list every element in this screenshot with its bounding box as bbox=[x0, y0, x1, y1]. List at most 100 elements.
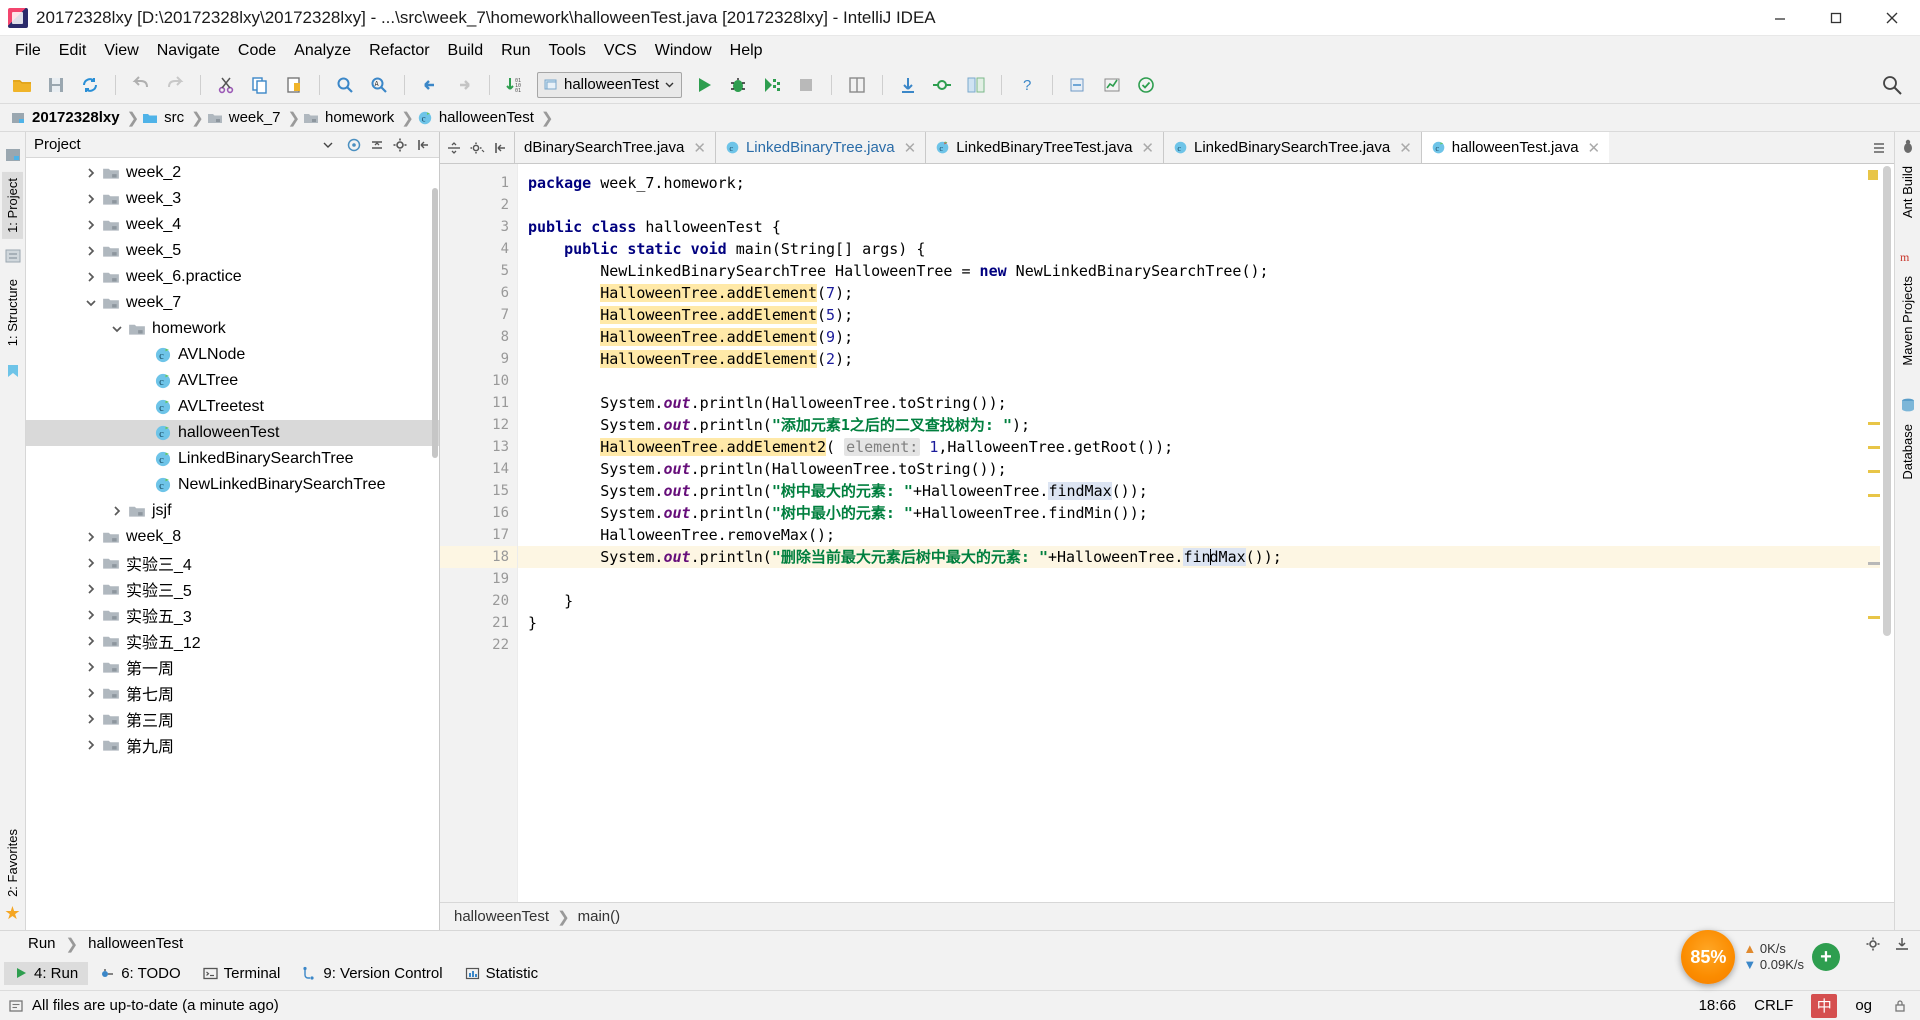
update-project-icon[interactable] bbox=[892, 70, 924, 100]
tree-item-week-5[interactable]: week_5 bbox=[26, 238, 439, 264]
editor-tab-3[interactable]: c LinkedBinarySearchTree.java ✕ bbox=[1163, 132, 1421, 163]
replace-icon[interactable]: A bbox=[363, 70, 395, 100]
tree-item-avltreetest[interactable]: c AVLTreetest bbox=[26, 394, 439, 420]
split-icon[interactable] bbox=[444, 138, 464, 158]
editor-breadcrumb-class[interactable]: halloweenTest bbox=[454, 908, 549, 925]
editor-tab-4[interactable]: c halloweenTest.java ✕ bbox=[1420, 132, 1610, 163]
tool-button-version-control[interactable]: 9: Version Control bbox=[292, 962, 452, 985]
menu-run[interactable]: Run bbox=[492, 40, 539, 62]
code-editor[interactable]: package week_7.homework; public class ha… bbox=[518, 164, 1894, 902]
debug-button[interactable] bbox=[722, 70, 754, 100]
tree-item--5[interactable]: 实验三_5 bbox=[26, 576, 439, 602]
code-line[interactable]: System.out.println("添加元素1之后的二叉查找树为: "); bbox=[518, 414, 1894, 436]
editor-tab-1[interactable]: c LinkedBinaryTree.java ✕ bbox=[714, 132, 926, 163]
sidebar-item-favorites[interactable]: 2: Favorites bbox=[2, 823, 23, 903]
add-widget-button[interactable]: + bbox=[1812, 943, 1840, 971]
tree-item--[interactable]: 第一周 bbox=[26, 654, 439, 680]
run-button[interactable] bbox=[688, 70, 720, 100]
code-line[interactable]: HalloweenTree.addElement2( element: 1,Ha… bbox=[518, 436, 1894, 458]
code-line[interactable] bbox=[518, 634, 1894, 656]
search-everywhere-icon[interactable] bbox=[1876, 70, 1908, 100]
sidebar-item-maven-projects[interactable]: Maven Projects bbox=[1897, 270, 1918, 372]
code-line[interactable]: HalloweenTree.addElement(2); bbox=[518, 348, 1894, 370]
chevron-right-icon[interactable] bbox=[84, 712, 98, 726]
tree-item--4[interactable]: 实验三_4 bbox=[26, 550, 439, 576]
editor-marker-track[interactable] bbox=[1868, 164, 1880, 902]
hide-icon[interactable] bbox=[490, 138, 510, 158]
copy-icon[interactable] bbox=[244, 70, 276, 100]
menu-analyze[interactable]: Analyze bbox=[285, 40, 360, 62]
sidebar-item-project[interactable]: 1: Project bbox=[2, 172, 23, 239]
breadcrumb-src[interactable]: src bbox=[140, 109, 190, 126]
tree-item-week-3[interactable]: week_3 bbox=[26, 186, 439, 212]
tree-item-avltree[interactable]: c AVLTree bbox=[26, 368, 439, 394]
code-line[interactable]: HalloweenTree.addElement(5); bbox=[518, 304, 1894, 326]
code-line[interactable] bbox=[518, 370, 1894, 392]
project-view-icon[interactable] bbox=[4, 146, 22, 164]
editor-tab-2[interactable]: c LinkedBinaryTreeTest.java ✕ bbox=[925, 132, 1163, 163]
menu-tools[interactable]: Tools bbox=[539, 40, 594, 62]
code-line[interactable]: package week_7.homework; bbox=[518, 172, 1894, 194]
tree-item--12[interactable]: 实验五_12 bbox=[26, 628, 439, 654]
code-line[interactable]: NewLinkedBinarySearchTree HalloweenTree … bbox=[518, 260, 1894, 282]
undo-icon[interactable] bbox=[125, 70, 157, 100]
tool-button-terminal[interactable]: Terminal bbox=[193, 962, 291, 985]
editor-gutter[interactable]: 1 2 3 4 5 6 7 8 9 10 11 12 13 14 15 16 17 18 19 20 21 22 bbox=[440, 164, 518, 902]
target-icon[interactable] bbox=[344, 135, 364, 155]
bookmarks-icon[interactable] bbox=[4, 362, 22, 380]
forward-icon[interactable] bbox=[448, 70, 480, 100]
maximize-button[interactable] bbox=[1808, 0, 1864, 35]
close-button[interactable] bbox=[1864, 0, 1920, 35]
run-with-coverage-button[interactable] bbox=[756, 70, 788, 100]
chevron-right-icon[interactable] bbox=[84, 738, 98, 752]
code-line[interactable]: System.out.println("树中最小的元素: "+Halloween… bbox=[518, 502, 1894, 524]
tree-item-week-6-practice[interactable]: week_6.practice bbox=[26, 264, 439, 290]
sidebar-item-ant-build[interactable]: Ant Build bbox=[1897, 160, 1918, 224]
tree-item-week-7[interactable]: week_7 bbox=[26, 290, 439, 316]
breadcrumb-homework[interactable]: homework bbox=[301, 109, 400, 126]
run-configuration-selector[interactable]: halloweenTest bbox=[537, 71, 683, 98]
menu-edit[interactable]: Edit bbox=[50, 40, 96, 62]
save-all-icon[interactable] bbox=[40, 70, 72, 100]
structure-view-icon[interactable] bbox=[4, 247, 22, 265]
tool-button-statistic[interactable]: Statistic bbox=[455, 962, 549, 985]
chevron-down-icon[interactable] bbox=[110, 322, 124, 336]
line-separator[interactable]: CRLF bbox=[1754, 997, 1793, 1014]
compile-icon[interactable]: 01 10 01 bbox=[499, 70, 531, 100]
breadcrumb-module[interactable]: 20172328lxy bbox=[8, 109, 126, 126]
menu-file[interactable]: File bbox=[6, 40, 50, 62]
caret-position[interactable]: 18:66 bbox=[1699, 997, 1737, 1014]
stop-button[interactable] bbox=[790, 70, 822, 100]
chevron-right-icon[interactable] bbox=[84, 634, 98, 648]
code-line[interactable] bbox=[518, 194, 1894, 216]
check-circle-icon[interactable] bbox=[1130, 70, 1162, 100]
chevron-right-icon[interactable] bbox=[84, 270, 98, 284]
tree-item-linkedbinarysearchtree[interactable]: c LinkedBinarySearchTree bbox=[26, 446, 439, 472]
chevron-right-icon[interactable] bbox=[84, 608, 98, 622]
code-line[interactable]: } bbox=[518, 612, 1894, 634]
menu-view[interactable]: View bbox=[95, 40, 147, 62]
help-icon[interactable]: ? bbox=[1011, 70, 1043, 100]
project-tree-scrollbar[interactable] bbox=[431, 158, 439, 930]
hide-icon[interactable] bbox=[1892, 934, 1912, 954]
run-tool-window-config[interactable]: halloweenTest bbox=[88, 935, 183, 952]
chart-icon[interactable] bbox=[1096, 70, 1128, 100]
sidebar-item-structure[interactable]: 1: Structure bbox=[2, 273, 23, 352]
code-line[interactable]: System.out.println("删除当前最大元素后树中最大的元素: "+… bbox=[518, 546, 1894, 568]
menu-refactor[interactable]: Refactor bbox=[360, 40, 438, 62]
editor-breadcrumb-method[interactable]: main() bbox=[578, 908, 621, 925]
tab-list-icon[interactable] bbox=[1869, 138, 1889, 158]
tree-item-newlinkedbinarysearchtree[interactable]: c NewLinkedBinarySearchTree bbox=[26, 472, 439, 498]
tree-item--3[interactable]: 实验五_3 bbox=[26, 602, 439, 628]
open-folder-icon[interactable] bbox=[6, 70, 38, 100]
chevron-right-icon[interactable] bbox=[84, 192, 98, 206]
chevron-down-icon[interactable] bbox=[322, 139, 334, 151]
tree-item-week-8[interactable]: week_8 bbox=[26, 524, 439, 550]
chevron-right-icon[interactable] bbox=[84, 660, 98, 674]
tree-item-avlnode[interactable]: c AVLNode bbox=[26, 342, 439, 368]
editor-tab-1-close-icon[interactable]: ✕ bbox=[904, 139, 917, 157]
chevron-right-icon[interactable] bbox=[84, 556, 98, 570]
ant-build-icon[interactable] bbox=[1899, 138, 1917, 160]
chevron-right-icon[interactable] bbox=[84, 686, 98, 700]
sync-icon[interactable] bbox=[74, 70, 106, 100]
